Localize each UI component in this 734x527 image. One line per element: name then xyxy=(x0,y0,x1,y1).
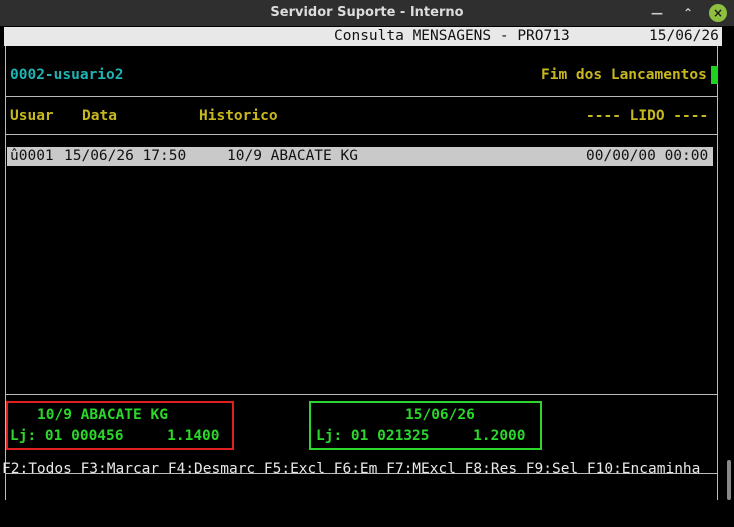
col-header-usuar: Usuar xyxy=(10,108,54,124)
screen-title: Consulta MENSAGENS - PRO713 xyxy=(334,28,570,44)
detail-right-line2: Lj: 01 021325 1.2000 xyxy=(316,428,526,444)
terminal-screen: Consulta MENSAGENS - PRO713 15/06/26 000… xyxy=(0,26,734,527)
divider xyxy=(5,134,718,135)
header-date: 15/06/26 xyxy=(649,28,719,44)
frame-right-border xyxy=(717,46,718,500)
window-titlebar: Servidor Suporte - Interno — ⌃ × xyxy=(0,0,734,26)
row-user: û0001 xyxy=(10,148,54,164)
detail-left-line2: Lj: 01 000456 1.1400 xyxy=(10,428,220,444)
divider xyxy=(5,96,718,97)
detail-left-line1: 10/9 ABACATE KG xyxy=(37,407,168,423)
window-title: Servidor Suporte - Interno xyxy=(270,5,464,20)
row-lido: 00/00/00 00:00 xyxy=(586,148,709,164)
col-header-lido: ---- LIDO ---- xyxy=(586,108,709,124)
detail-right-line1: 15/06/26 xyxy=(405,407,475,423)
col-header-data: Data xyxy=(82,108,117,124)
divider xyxy=(5,394,718,395)
close-icon[interactable]: × xyxy=(709,4,727,22)
col-header-historico: Historico xyxy=(199,108,278,124)
screen-header: Consulta MENSAGENS - PRO713 15/06/26 xyxy=(4,27,722,46)
row-historico: 10/9 ABACATE KG xyxy=(227,148,358,164)
status-text: Fim dos Lancamentos xyxy=(541,67,707,83)
text-cursor xyxy=(711,66,718,84)
scrollbar[interactable] xyxy=(727,460,731,500)
function-key-bar[interactable]: F2:Todos F3:Marcar F4:Desmarc F5:Excl F6… xyxy=(2,461,700,477)
maximize-icon[interactable]: ⌃ xyxy=(679,4,697,22)
current-user: 0002-usuario2 xyxy=(10,67,124,83)
table-row[interactable]: û0001 15/06/26 17:50 10/9 ABACATE KG 00/… xyxy=(7,147,713,166)
row-datetime: 15/06/26 17:50 xyxy=(64,148,187,164)
minimize-icon[interactable]: — xyxy=(648,4,666,22)
